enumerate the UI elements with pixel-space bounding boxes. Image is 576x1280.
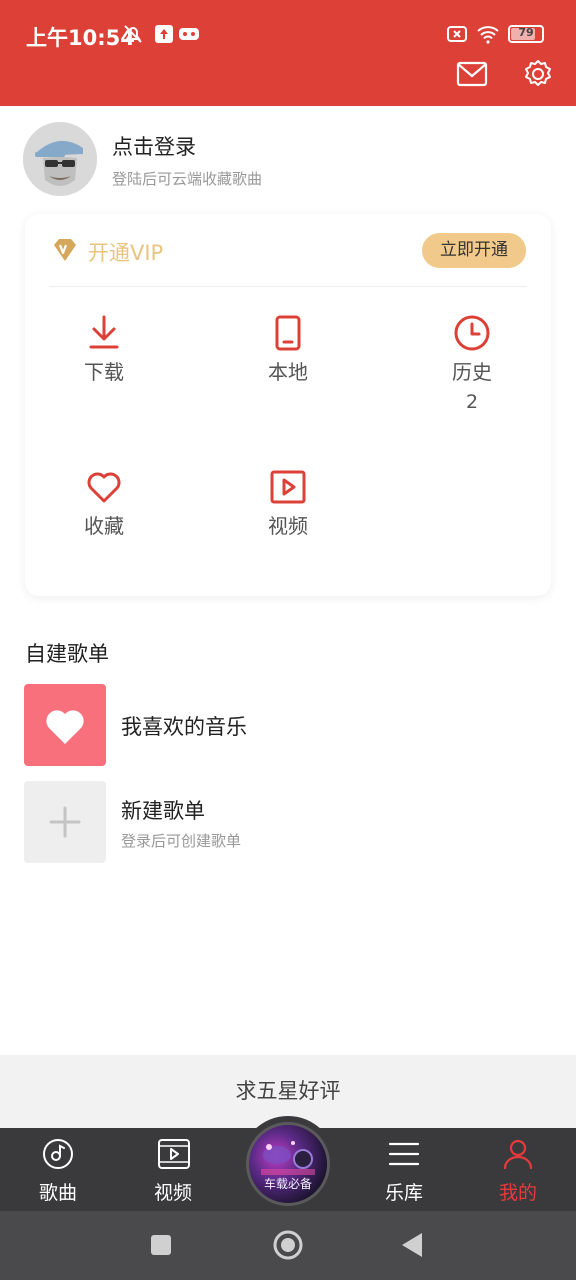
- feature-card: 开通VIP 立即开通 下载 本地 历史 2 收藏 视频: [25, 214, 551, 596]
- new-playlist-title[interactable]: 新建歌单: [121, 795, 205, 825]
- gear-icon[interactable]: [521, 58, 555, 90]
- plus-icon: [49, 806, 81, 838]
- card-divider: [49, 286, 527, 287]
- nav-item-library[interactable]: 乐库: [354, 1128, 454, 1211]
- grid-label-download: 下载: [84, 360, 124, 384]
- now-playing-cover: 车载必备: [246, 1122, 330, 1206]
- grid-label-video: 视频: [268, 514, 308, 538]
- wifi-icon: [477, 26, 499, 44]
- phone-icon: [275, 315, 301, 351]
- now-playing-text: 车载必备: [263, 1177, 312, 1191]
- liked-playlist-title[interactable]: 我喜欢的音乐: [121, 711, 247, 741]
- user-icon: [503, 1139, 533, 1170]
- avatar[interactable]: [23, 122, 97, 196]
- new-playlist-subtitle: 登录后可创建歌单: [121, 832, 242, 850]
- nav-item-mine[interactable]: 我的: [468, 1128, 568, 1211]
- login-title[interactable]: 点击登录: [112, 131, 196, 161]
- app-header: 上午10:54 79: [0, 0, 576, 106]
- battery-indicator: 79: [508, 25, 544, 43]
- upload-icon: [155, 25, 173, 43]
- download-icon: [89, 315, 119, 349]
- nav-label-mine: 我的: [498, 1182, 537, 1204]
- grid-item-download[interactable]: 下载: [44, 314, 164, 385]
- login-subtitle: 登陆后可云端收藏歌曲: [112, 170, 263, 188]
- nav-label-songs: 歌曲: [38, 1182, 77, 1204]
- battery-level: 79: [518, 26, 534, 39]
- grid-item-favorites[interactable]: 收藏: [44, 468, 164, 539]
- nav-label-library: 乐库: [384, 1182, 423, 1204]
- gamepad-icon: [179, 28, 199, 40]
- clock-icon: [454, 315, 490, 351]
- vip-label: 开通VIP: [88, 241, 164, 265]
- vip-diamond-icon: [54, 239, 76, 261]
- new-playlist-cover[interactable]: [24, 781, 106, 863]
- music-disc-icon: [43, 1139, 73, 1169]
- grid-label-favorites: 收藏: [84, 514, 124, 538]
- bell-muted-icon: [124, 25, 142, 43]
- mail-icon[interactable]: [455, 58, 489, 90]
- history-count: 2: [465, 391, 479, 413]
- user-avatar-icon: [23, 122, 97, 196]
- recent-apps-icon[interactable]: [150, 1234, 172, 1256]
- status-bar: 上午10:54 79: [0, 0, 576, 70]
- system-nav-bar: [0, 1211, 576, 1280]
- video-icon: [158, 1139, 190, 1169]
- back-icon[interactable]: [400, 1232, 424, 1258]
- grid-label-local: 本地: [268, 360, 308, 384]
- nav-item-songs[interactable]: 歌曲: [8, 1128, 108, 1211]
- grid-item-local[interactable]: 本地: [228, 314, 348, 385]
- heart-icon: [87, 472, 121, 503]
- vip-activate-button[interactable]: 立即开通: [422, 233, 526, 268]
- sim-off-icon: [447, 26, 467, 42]
- grid-label-history: 历史: [452, 360, 492, 384]
- grid-item-history[interactable]: 历史 2: [412, 314, 532, 413]
- now-playing-disc[interactable]: 车载必备: [240, 1116, 336, 1212]
- heart-filled-icon: [46, 710, 84, 744]
- liked-playlist-cover[interactable]: [24, 684, 106, 766]
- nav-label-video: 视频: [153, 1182, 192, 1204]
- nav-item-video[interactable]: 视频: [123, 1128, 223, 1211]
- status-time: 上午10:54: [26, 26, 135, 50]
- video-play-icon: [270, 470, 306, 504]
- menu-lines-icon: [388, 1142, 420, 1166]
- home-icon[interactable]: [272, 1229, 304, 1261]
- playlist-section-title: 自建歌单: [25, 642, 109, 666]
- grid-item-video[interactable]: 视频: [228, 468, 348, 539]
